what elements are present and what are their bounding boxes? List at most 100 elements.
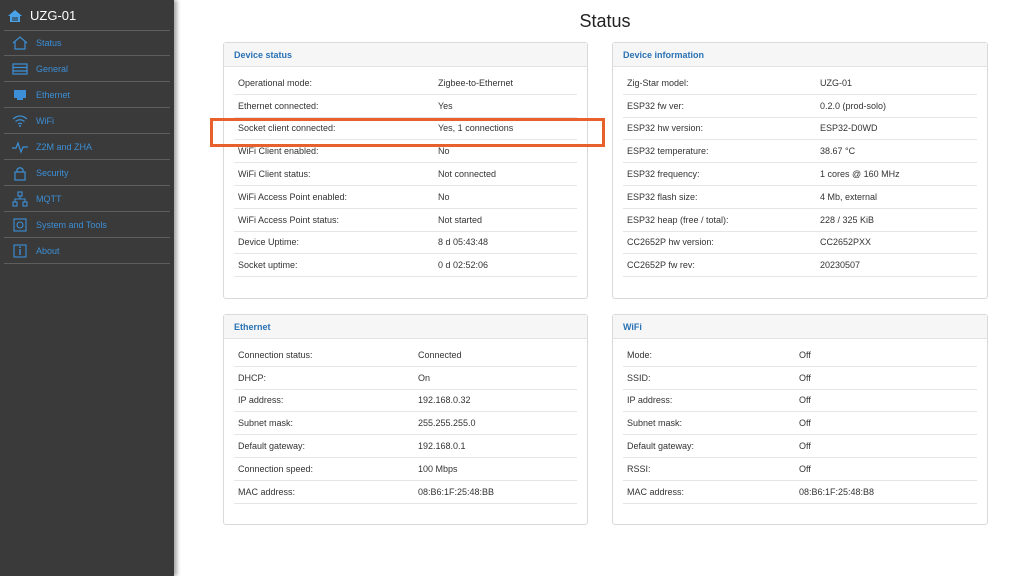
- row-value: 20230507: [820, 260, 860, 270]
- row-key: CC2652P hw version:: [623, 237, 820, 247]
- row-key: ESP32 heap (free / total):: [623, 215, 820, 225]
- row-key: ESP32 flash size:: [623, 192, 820, 202]
- table-row: RSSI:Off: [623, 458, 977, 481]
- row-key: MAC address:: [623, 487, 799, 497]
- app-name: UZG-01: [30, 8, 76, 23]
- row-key: WiFi Access Point status:: [234, 215, 438, 225]
- sidebar-item-general[interactable]: General: [4, 56, 170, 82]
- row-value: Off: [799, 418, 811, 428]
- card-body: Mode:Off SSID:Off IP address:Off Subnet …: [613, 339, 987, 504]
- row-value: 8 d 05:43:48: [438, 237, 488, 247]
- table-row: Device Uptime:8 d 05:43:48: [234, 232, 577, 255]
- sidebar-nav: Status General Ethernet WiFi Z2M and ZHA: [0, 30, 174, 264]
- device-information-card: Device information Zig-Star model:UZG-01…: [612, 42, 988, 299]
- card-title: WiFi: [623, 322, 642, 332]
- sidebar-item-system-tools[interactable]: System and Tools: [4, 212, 170, 238]
- wifi-card: WiFi Mode:Off SSID:Off IP address:Off Su…: [612, 314, 988, 525]
- sidebar-item-about[interactable]: About: [4, 238, 170, 264]
- row-key: ESP32 frequency:: [623, 169, 820, 179]
- zigstar-logo-icon: [6, 6, 24, 24]
- table-row: MAC address:08:B6:1F:25:48:BB: [234, 481, 577, 504]
- table-row: Socket client connected:Yes, 1 connectio…: [234, 118, 577, 141]
- card-title: Ethernet: [234, 322, 271, 332]
- row-value: No: [438, 192, 450, 202]
- row-value: 4 Mb, external: [820, 192, 877, 202]
- row-value: 38.67 °C: [820, 146, 855, 156]
- card-header: Device status: [224, 43, 587, 67]
- sidebar-item-wifi[interactable]: WiFi: [4, 108, 170, 134]
- brand[interactable]: UZG-01: [0, 0, 174, 30]
- sidebar-item-mqtt[interactable]: MQTT: [4, 186, 170, 212]
- row-value: Zigbee-to-Ethernet: [438, 78, 513, 88]
- row-value: ESP32-D0WD: [820, 123, 878, 133]
- table-row: DHCP:On: [234, 367, 577, 390]
- table-row: MAC address:08:B6:1F:25:48:B8: [623, 481, 977, 504]
- table-row: Zig-Star model:UZG-01: [623, 72, 977, 95]
- table-row: IP address:192.168.0.32: [234, 390, 577, 413]
- sidebar-item-z2m-zha[interactable]: Z2M and ZHA: [4, 134, 170, 160]
- card-header: Ethernet: [224, 315, 587, 339]
- table-row: Default gateway:Off: [623, 435, 977, 458]
- row-key: WiFi Access Point enabled:: [234, 192, 438, 202]
- sidebar-item-label: About: [36, 246, 60, 256]
- ethernet-card: Ethernet Connection status:Connected DHC…: [223, 314, 588, 525]
- sidebar-item-ethernet[interactable]: Ethernet: [4, 82, 170, 108]
- row-key: Default gateway:: [234, 441, 418, 451]
- row-key: ESP32 temperature:: [623, 146, 820, 156]
- card-title: Device status: [234, 50, 292, 60]
- ethernet-icon: [9, 86, 31, 104]
- sidebar-item-status[interactable]: Status: [4, 30, 170, 56]
- table-row: ESP32 flash size:4 Mb, external: [623, 186, 977, 209]
- row-key: Operational mode:: [234, 78, 438, 88]
- row-value: 08:B6:1F:25:48:BB: [418, 487, 494, 497]
- row-key: ESP32 fw ver:: [623, 101, 820, 111]
- row-key: WiFi Client status:: [234, 169, 438, 179]
- table-row: Connection speed:100 Mbps: [234, 458, 577, 481]
- row-key: Subnet mask:: [234, 418, 418, 428]
- table-row: CC2652P hw version:CC2652PXX: [623, 232, 977, 255]
- sidebar-item-label: Security: [36, 168, 69, 178]
- table-row: ESP32 fw ver:0.2.0 (prod-solo): [623, 95, 977, 118]
- table-row: Subnet mask:255.255.255.0: [234, 412, 577, 435]
- sidebar-item-label: Ethernet: [36, 90, 70, 100]
- table-row: ESP32 heap (free / total):228 / 325 KiB: [623, 209, 977, 232]
- device-status-card: Device status Operational mode:Zigbee-to…: [223, 42, 588, 299]
- row-key: Mode:: [623, 350, 799, 360]
- row-value: 192.168.0.1: [418, 441, 466, 451]
- table-row: Operational mode:Zigbee-to-Ethernet: [234, 72, 577, 95]
- row-key: SSID:: [623, 373, 799, 383]
- row-value: Off: [799, 350, 811, 360]
- card-body: Zig-Star model:UZG-01 ESP32 fw ver:0.2.0…: [613, 67, 987, 277]
- sidebar-item-label: Status: [36, 38, 62, 48]
- row-key: RSSI:: [623, 464, 799, 474]
- row-value: 1 cores @ 160 MHz: [820, 169, 900, 179]
- row-key: MAC address:: [234, 487, 418, 497]
- row-key: IP address:: [234, 395, 418, 405]
- row-key: DHCP:: [234, 373, 418, 383]
- page-title: Status: [174, 11, 1024, 32]
- lock-icon: [9, 164, 31, 182]
- table-row: Socket uptime:0 d 02:52:06: [234, 254, 577, 277]
- row-key: Socket client connected:: [234, 123, 438, 133]
- row-value: Off: [799, 441, 811, 451]
- sidebar-item-security[interactable]: Security: [4, 160, 170, 186]
- table-row: ESP32 frequency:1 cores @ 160 MHz: [623, 163, 977, 186]
- sidebar-item-label: Z2M and ZHA: [36, 142, 92, 152]
- home-icon: [9, 34, 31, 52]
- sidebar-item-label: MQTT: [36, 194, 62, 204]
- row-key: IP address:: [623, 395, 799, 405]
- row-key: Ethernet connected:: [234, 101, 438, 111]
- sidebar: UZG-01 Status General Ethernet WiFi: [0, 0, 174, 576]
- row-value: 0 d 02:52:06: [438, 260, 488, 270]
- pulse-icon: [9, 138, 31, 156]
- row-key: ESP32 hw version:: [623, 123, 820, 133]
- row-value: No: [438, 146, 450, 156]
- row-key: CC2652P fw rev:: [623, 260, 820, 270]
- row-key: Zig-Star model:: [623, 78, 820, 88]
- row-key: Default gateway:: [623, 441, 799, 451]
- sidebar-item-label: General: [36, 64, 68, 74]
- row-key: WiFi Client enabled:: [234, 146, 438, 156]
- table-row: Connection status:Connected: [234, 344, 577, 367]
- wifi-icon: [9, 112, 31, 130]
- row-value: 228 / 325 KiB: [820, 215, 874, 225]
